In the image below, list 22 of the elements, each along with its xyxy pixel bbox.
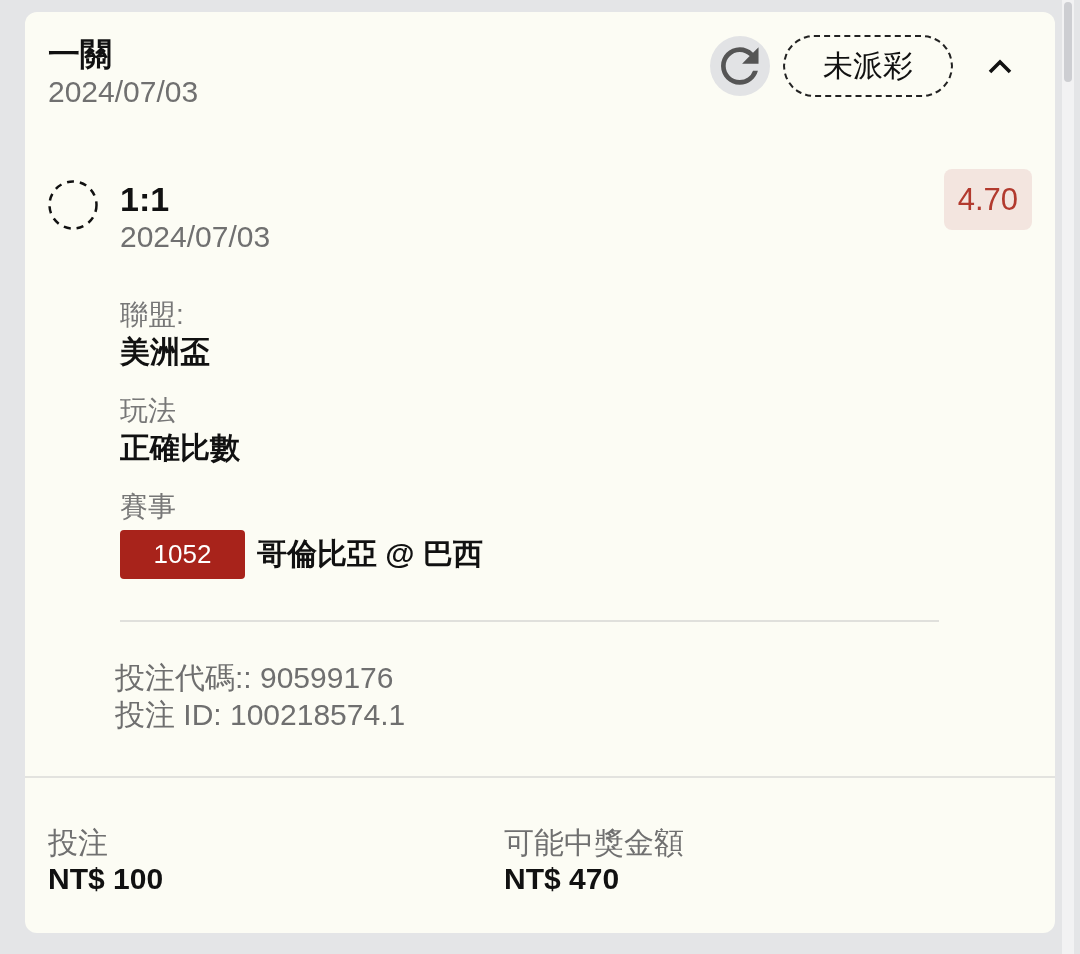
detail-label: 玩法: [120, 394, 176, 428]
refresh-icon: [721, 47, 759, 85]
ticket-date: 2024/07/03: [48, 74, 199, 110]
event-name: 哥倫比亞 @ 巴西: [257, 536, 483, 572]
bet-info-text: 投注代碼:: 90599176: [115, 660, 395, 696]
ticket-title: 一關: [48, 35, 112, 74]
refresh-button[interactable]: [710, 36, 770, 96]
detail-value: 美洲盃: [120, 334, 210, 370]
match-date: 2024/07/03: [120, 219, 271, 255]
pick-text: 1:1: [120, 179, 170, 219]
summary-label: 投注: [48, 825, 108, 861]
event-code-badge: 1052: [120, 530, 245, 579]
detail-label: 聯盟:: [120, 298, 184, 332]
status-badge: 未派彩: [783, 35, 953, 97]
summary-value: NT$ 100: [48, 861, 164, 897]
scrollbar-thumb[interactable]: [1064, 2, 1072, 82]
summary-value: NT$ 470: [504, 861, 620, 897]
odds-badge: 4.70: [943, 169, 1032, 230]
detail-value: 正確比數: [120, 430, 240, 466]
summary-label: 可能中獎金額: [504, 825, 684, 861]
detail-label: 賽事: [120, 490, 176, 524]
bet-info-text: 投注 ID: 100218574.1: [115, 697, 406, 733]
